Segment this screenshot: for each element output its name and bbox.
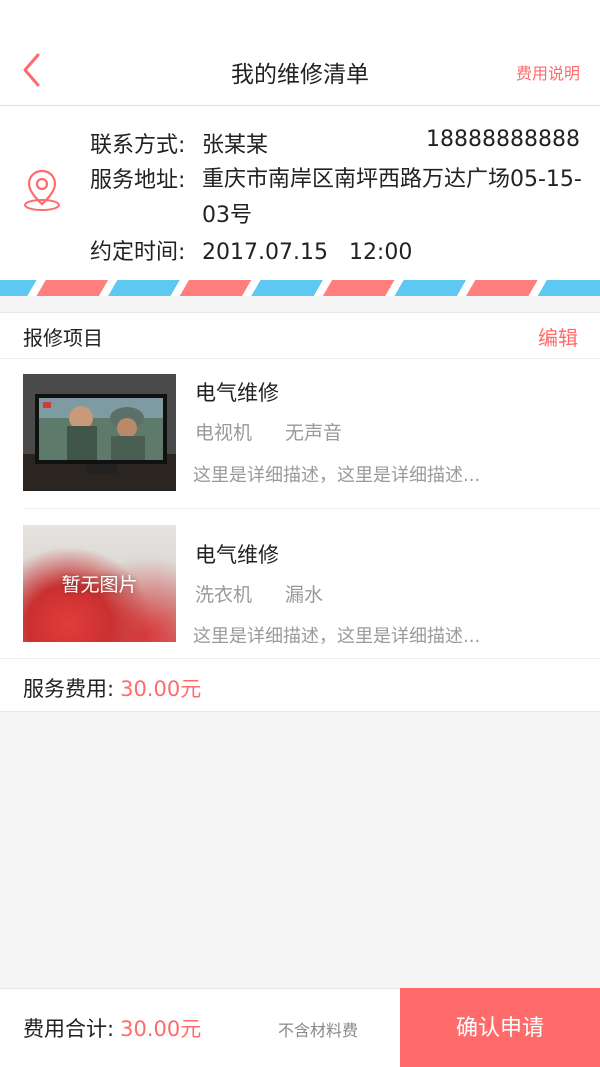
repair-items-card [0, 312, 600, 712]
item-description: 这里是详细描述，这里是详细描述... [193, 465, 481, 486]
divider [0, 358, 600, 359]
contact-row: 联系方式: 张某某 [90, 127, 268, 159]
item-issue: 漏水 [285, 584, 324, 606]
address-value: 重庆市南岸区南坪西路万达广场05-15-03号 [202, 167, 582, 228]
item-issue: 无声音 [285, 422, 343, 444]
contact-name: 张某某 [202, 133, 269, 158]
no-image-label: 暂无图片 [61, 574, 138, 596]
top-navigation-bar: 我的维修清单 费用说明 [0, 0, 600, 106]
edit-button[interactable]: 编辑 [538, 322, 578, 351]
tv-photo [23, 374, 176, 491]
total-note: 不含材料费 [278, 1021, 359, 1040]
contact-phone: 18888888888 [426, 127, 580, 152]
item-device: 电视机 [195, 422, 253, 444]
total-row: 费用合计: 30.00元 [23, 1013, 201, 1043]
airmail-stripe-divider [0, 280, 600, 296]
item-device: 洗衣机 [195, 584, 253, 606]
location-pin-icon [24, 169, 60, 211]
item-description: 这里是详细描述，这里是详细描述... [193, 626, 481, 647]
contact-label: 联系方式: [90, 133, 186, 158]
fee-explanation-link[interactable]: 费用说明 [516, 60, 580, 84]
total-value: 30.00元 [120, 1017, 202, 1041]
service-fee-value: 30.00元 [120, 677, 202, 701]
time-label: 约定时间: [90, 240, 186, 265]
item-thumbnail-tv[interactable] [23, 374, 176, 491]
service-fee-row: 服务费用: 30.00元 [23, 673, 201, 703]
time-row: 约定时间: 2017.07.15 12:00 [90, 234, 412, 266]
time-value: 2017.07.15 12:00 [202, 240, 413, 265]
divider [0, 658, 600, 659]
service-fee-label: 服务费用: [23, 677, 115, 701]
address-label: 服务地址: [90, 168, 186, 193]
item-title: 电气维修 [195, 543, 279, 567]
page-title: 我的维修清单 [231, 62, 369, 88]
confirm-button[interactable]: 确认申请 [400, 988, 600, 1067]
total-label: 费用合计: [23, 1017, 115, 1041]
section-title: 报修项目 [23, 326, 103, 350]
item-title: 电气维修 [195, 381, 279, 405]
divider [23, 508, 600, 509]
item-thumbnail-placeholder[interactable]: 暂无图片 [23, 525, 176, 642]
